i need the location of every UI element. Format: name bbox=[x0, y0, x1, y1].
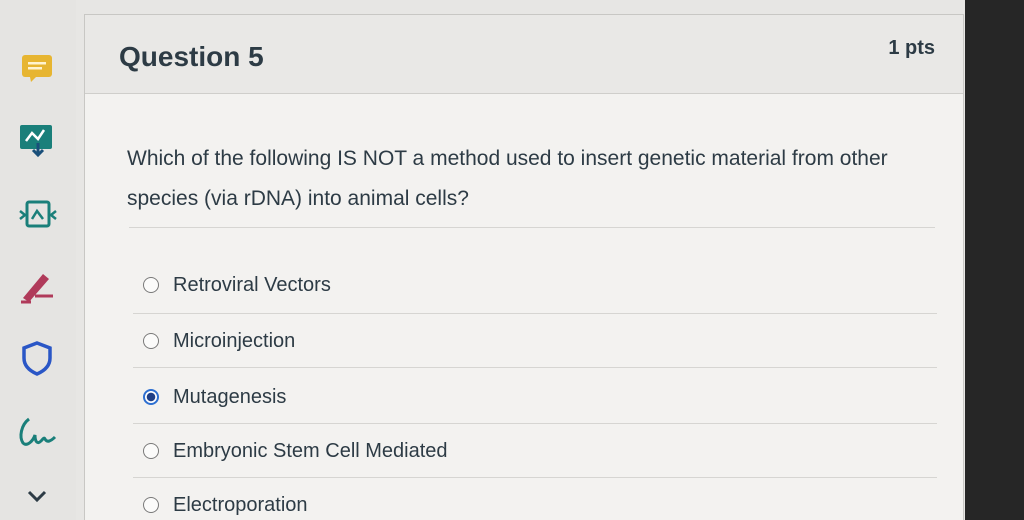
answer-label: Embryonic Stem Cell Mediated bbox=[173, 439, 448, 462]
answer-label: Microinjection bbox=[173, 329, 296, 352]
answer-option[interactable]: Embryonic Stem Cell Mediated bbox=[143, 431, 923, 471]
radio-button[interactable] bbox=[143, 333, 159, 349]
radio-button-selected[interactable] bbox=[143, 389, 159, 405]
divider bbox=[133, 423, 937, 424]
radio-button[interactable] bbox=[143, 277, 159, 293]
sidebar bbox=[0, 0, 76, 520]
divider bbox=[133, 313, 937, 314]
question-prompt: Which of the following IS NOT a method u… bbox=[127, 147, 888, 210]
radio-button[interactable] bbox=[143, 497, 159, 513]
question-title: Question 5 bbox=[119, 41, 264, 72]
chevron-down-icon[interactable] bbox=[14, 476, 60, 516]
handwriting-icon[interactable] bbox=[14, 412, 60, 452]
question-header: Question 5 1 pts bbox=[85, 15, 963, 94]
answer-label: Mutagenesis bbox=[173, 385, 287, 408]
screen-bezel bbox=[965, 0, 1024, 520]
divider bbox=[133, 367, 937, 368]
divider bbox=[133, 477, 937, 478]
divider bbox=[129, 227, 935, 228]
import-icon[interactable] bbox=[14, 120, 60, 160]
answer-option-selected[interactable]: Mutagenesis bbox=[143, 377, 923, 417]
screen: Question 5 1 pts Which of the following … bbox=[0, 0, 965, 520]
radio-button[interactable] bbox=[143, 443, 159, 459]
question-card: Question 5 1 pts Which of the following … bbox=[84, 14, 964, 520]
commons-icon[interactable] bbox=[14, 194, 60, 234]
answer-label: Electroporation bbox=[173, 493, 308, 516]
shield-icon[interactable] bbox=[14, 338, 60, 378]
answer-option[interactable]: Retroviral Vectors bbox=[143, 265, 923, 305]
answer-option[interactable]: Microinjection bbox=[143, 321, 923, 361]
question-points: 1 pts bbox=[888, 37, 935, 59]
answer-label: Retroviral Vectors bbox=[173, 273, 331, 296]
notes-icon[interactable] bbox=[14, 48, 60, 88]
pencil-icon[interactable] bbox=[14, 266, 60, 306]
answer-option[interactable]: Electroporation bbox=[143, 485, 923, 520]
